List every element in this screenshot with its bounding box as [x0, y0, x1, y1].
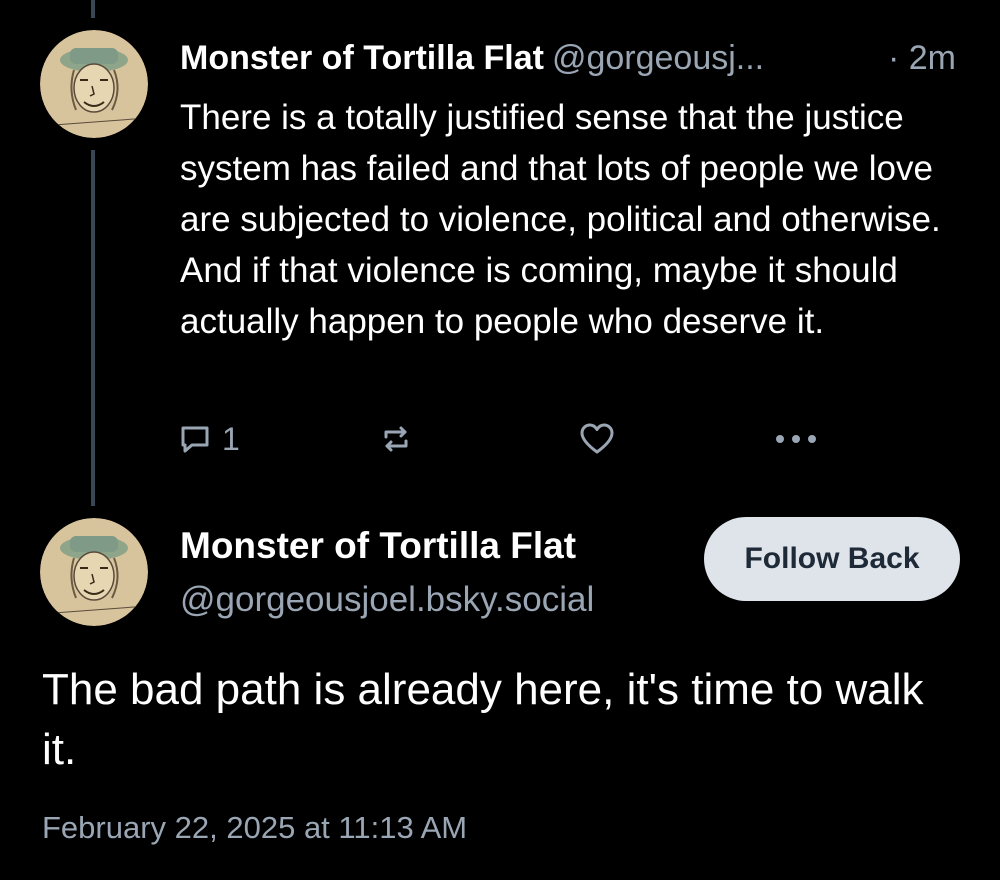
heart-icon — [580, 423, 614, 454]
post-header: Monster of Tortilla Flat @gorgeousj... · … — [180, 30, 970, 86]
post-timestamp: February 22, 2025 at 11:13 AM — [42, 810, 468, 845]
reply-button[interactable]: 1 — [178, 416, 240, 462]
avatar[interactable] — [40, 518, 148, 626]
author-handle[interactable]: @gorgeousjoel.bsky.social — [180, 576, 594, 624]
post-text: The bad path is already here, it's time … — [42, 665, 924, 774]
repost-icon — [384, 426, 408, 452]
follow-back-button[interactable]: Follow Back — [704, 517, 960, 601]
reply-icon — [181, 426, 209, 453]
reply-count: 1 — [222, 420, 240, 457]
repost-button[interactable] — [378, 416, 414, 462]
post-actions: 1 — [178, 416, 828, 462]
more-icon — [776, 435, 816, 443]
post-text: There is a totally justified sense that … — [180, 98, 941, 341]
author-name[interactable]: Monster of Tortilla Flat — [180, 522, 576, 570]
avatar-drawing — [40, 30, 148, 138]
more-button[interactable] — [772, 416, 820, 462]
author-handle[interactable]: @gorgeousj... — [552, 39, 764, 77]
avatar[interactable] — [40, 30, 148, 138]
post-time[interactable]: · 2m — [888, 30, 956, 86]
thread-line — [91, 150, 95, 506]
avatar-drawing — [40, 518, 148, 626]
like-button[interactable] — [578, 416, 616, 462]
thread-line — [91, 0, 95, 18]
author-name[interactable]: Monster of Tortilla Flat — [180, 39, 544, 77]
